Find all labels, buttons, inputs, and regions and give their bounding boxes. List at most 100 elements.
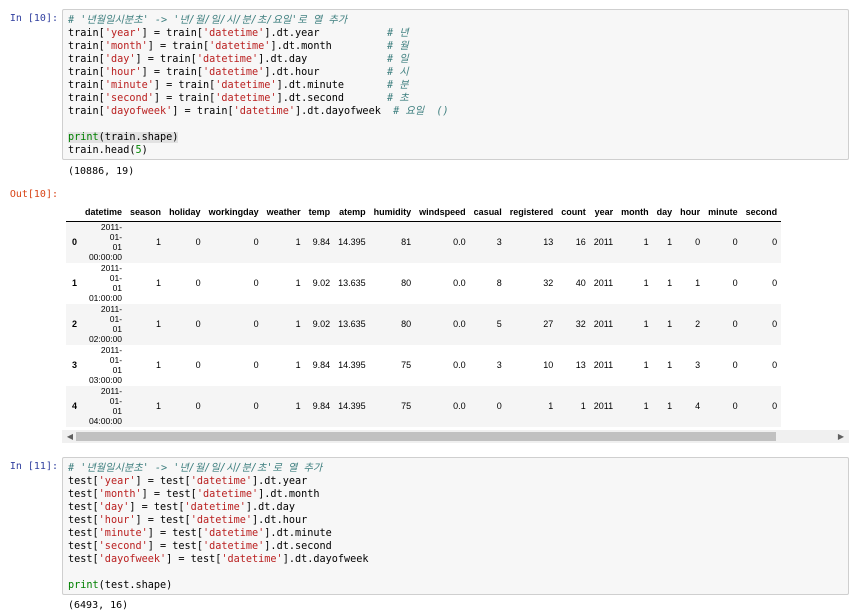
code-token: ].dt.dayofweek [282, 554, 369, 565]
inline-comment: # 시 [386, 67, 409, 78]
datetime-part: 01- [109, 396, 123, 406]
horizontal-scrollbar[interactable]: ◀ ▶ [62, 430, 849, 443]
table-cell: 1 [643, 237, 649, 248]
code-token: ].dt.minute [276, 80, 387, 91]
code-token: test[ [68, 515, 99, 526]
scroll-right-icon[interactable]: ▶ [835, 430, 847, 443]
datetime-cell: 2011- 01- 01 01:00:00 [81, 263, 126, 304]
head-close: ) [141, 145, 148, 156]
table-cell: 80 [401, 319, 412, 329]
table-cell: 0.0 [453, 401, 466, 411]
code-token: ] = test[ [135, 515, 191, 526]
datetime-part: 01 [112, 324, 123, 334]
table-cell: 1 [643, 401, 649, 411]
table-cell: 0 [732, 401, 738, 411]
table-cell: 14.395 [338, 360, 366, 370]
print-builtin: print [68, 580, 99, 591]
datetime-part: 02:00:00 [88, 334, 123, 344]
datetime-part: 03:00:00 [88, 375, 123, 385]
table-cell: 0 [772, 319, 778, 329]
table-cell: 32 [543, 278, 554, 288]
string-literal: 'datetime' [202, 541, 265, 552]
code-line: test['day'] = test['datetime'].dt.day [68, 501, 843, 514]
table-cell: 9.02 [312, 319, 331, 329]
table-cell: 75 [401, 360, 412, 370]
string-literal: 'datetime' [184, 502, 246, 513]
code-token: ].dt.minute [264, 528, 332, 539]
table-row: 4 2011- 01- 01 04:00:00 1 0 0 1 9.84 14.395 75 0.0 0 1… [66, 385, 782, 427]
table-cell: 1 [156, 278, 162, 288]
datetime-cell: 2011- 01- 01 03:00:00 [81, 345, 126, 386]
code-token: ] = test[ [129, 502, 185, 513]
string-literal: 'datetime' [190, 515, 253, 526]
code-token: train[ [68, 28, 105, 39]
inline-comment: # 년 [386, 28, 409, 39]
code-line: train['second'] = train['datetime'].dt.s… [68, 92, 843, 105]
string-literal: 'year' [98, 476, 136, 487]
row-index: 1 [72, 278, 78, 288]
table-cell: 16 [575, 237, 586, 248]
code-token: ].dt.hour [252, 515, 308, 526]
code-token: ] = train[ [172, 106, 234, 117]
code-line: train['minute'] = train['datetime'].dt.m… [68, 79, 843, 92]
table-cell: 1 [667, 401, 673, 411]
table-cell: 2011 [593, 278, 614, 288]
code-token: ] = train[ [141, 28, 203, 39]
row-index: 2 [72, 319, 78, 329]
table-cell: 4 [695, 401, 701, 411]
code-token: ].dt.day [245, 502, 295, 513]
table-cell: 0 [253, 401, 259, 411]
column-header: hour [676, 190, 705, 222]
table-row: 2 2011- 01- 01 02:00:00 1 0 0 1 9.02 13.635 80 0.0 5 2… [66, 303, 782, 345]
string-literal: 'hour' [104, 67, 142, 78]
table-cell: 0 [772, 401, 778, 411]
table-cell: 0 [195, 319, 201, 329]
cell10-code-editor[interactable]: # '년월일시분초' -> '년/월/일/시/분/초/요일'로 열 추가 tra… [62, 9, 849, 160]
head-call: train.head( [68, 145, 136, 156]
table-cell: 0 [195, 360, 201, 370]
table-cell: 0.0 [453, 319, 466, 329]
datetime-part: 2011- [100, 263, 123, 273]
code-token: ] = test[ [147, 528, 203, 539]
table-cell: 0.0 [453, 237, 466, 248]
string-literal: 'datetime' [190, 476, 253, 487]
cell10-stdout: (10886, 19) [68, 166, 135, 177]
table-cell: 10 [543, 360, 554, 370]
table-cell: 0 [732, 319, 738, 329]
code-token: ].dt.second [264, 541, 332, 552]
table-cell: 27 [543, 319, 554, 329]
code-token: ].dt.second [276, 93, 387, 104]
cell10-out-prompt: Out[10]: [9, 189, 58, 200]
code-token: test[ [68, 502, 99, 513]
print-args: (test.shape) [98, 580, 173, 591]
table-cell: 1 [580, 401, 586, 411]
code-token: ] = train[ [147, 41, 210, 52]
code-token: ] = train[ [153, 80, 216, 91]
table-cell: 0 [496, 401, 502, 411]
cell11-code-editor[interactable]: # '년월일시분초' -> '년/월/일/시/분/초'로 열 추가 test['… [62, 457, 849, 595]
string-literal: 'dayofweek' [98, 554, 167, 565]
row-index: 0 [72, 237, 78, 248]
string-literal: 'datetime' [196, 54, 259, 65]
datetime-part: 2011- [100, 304, 123, 314]
string-literal: 'datetime' [233, 106, 295, 117]
code-token: test[ [68, 554, 99, 565]
code-token: ] = test[ [141, 489, 197, 500]
code-token: train[ [68, 106, 105, 117]
datetime-part: 01- [109, 355, 123, 365]
string-literal: 'datetime' [215, 93, 277, 104]
table-cell: 9.84 [312, 401, 331, 411]
scroll-left-icon[interactable]: ◀ [64, 430, 76, 443]
table-cell: 1 [548, 401, 554, 411]
table-cell: 1 [156, 319, 162, 329]
table-row: 1 2011- 01- 01 01:00:00 1 0 0 1 9.02 13.635 80 0.0 8 3… [66, 263, 781, 304]
code-token: ].dt.year [264, 28, 387, 39]
table-cell: 14.395 [338, 237, 366, 248]
cell10-print-line: print(train.shape) [68, 131, 843, 144]
table-cell: 0 [732, 237, 738, 248]
dataframe-output: datetime season holiday workingday weather te… [62, 190, 849, 445]
scroll-thumb[interactable] [76, 432, 776, 441]
print-args: (train.shape) [98, 132, 179, 143]
datetime-part: 01 [112, 406, 123, 416]
table-cell: 9.02 [312, 278, 331, 288]
